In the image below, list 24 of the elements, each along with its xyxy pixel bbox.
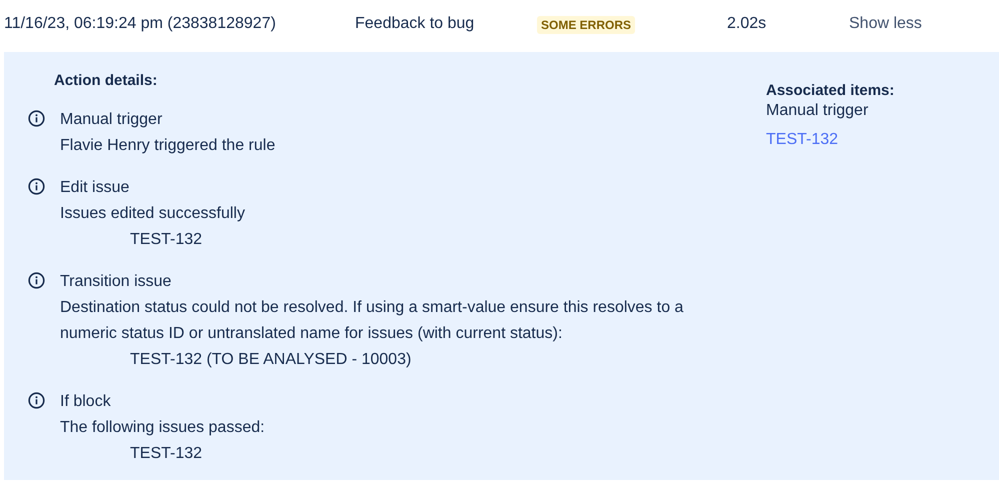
timestamp: 11/16/23, 06:19:24 pm (23838128927) — [4, 15, 276, 33]
issue-key: TEST-132 — [60, 227, 710, 253]
action-title: Manual trigger — [60, 110, 164, 130]
action-message: Flavie Henry triggered the rule — [60, 136, 276, 156]
action-message: Destination status could not be resolved. If using a smart-value ensure this resolves to a numeric status ID or untranslated name for issues (with current status): — [60, 298, 684, 344]
section-heading: Action details: — [54, 72, 158, 89]
trigger-label: Manual trigger — [766, 101, 870, 121]
issue-key: TEST-132 — [60, 441, 710, 467]
action-message: Issues edited successfully — [60, 204, 246, 224]
action-title: Edit issue — [60, 178, 130, 198]
info-icon — [28, 392, 45, 409]
issue-link[interactable]: TEST-132 — [766, 130, 838, 150]
status-badge: SOME ERRORS — [537, 16, 636, 34]
action-title: If block — [60, 392, 112, 412]
info-icon — [28, 110, 45, 127]
info-icon — [28, 272, 45, 289]
show-less-link[interactable]: Show less — [849, 15, 922, 33]
duration: 2.02s — [727, 15, 766, 33]
action-message: The following issues passed: — [60, 418, 266, 438]
info-icon — [28, 178, 45, 195]
rule-name: Feedback to bug — [355, 15, 474, 33]
section-heading: Associated items: — [766, 81, 894, 100]
issue-key: TEST-132 (TO BE ANALYSED - 10003) — [60, 347, 710, 373]
action-title: Transition issue — [60, 272, 172, 292]
